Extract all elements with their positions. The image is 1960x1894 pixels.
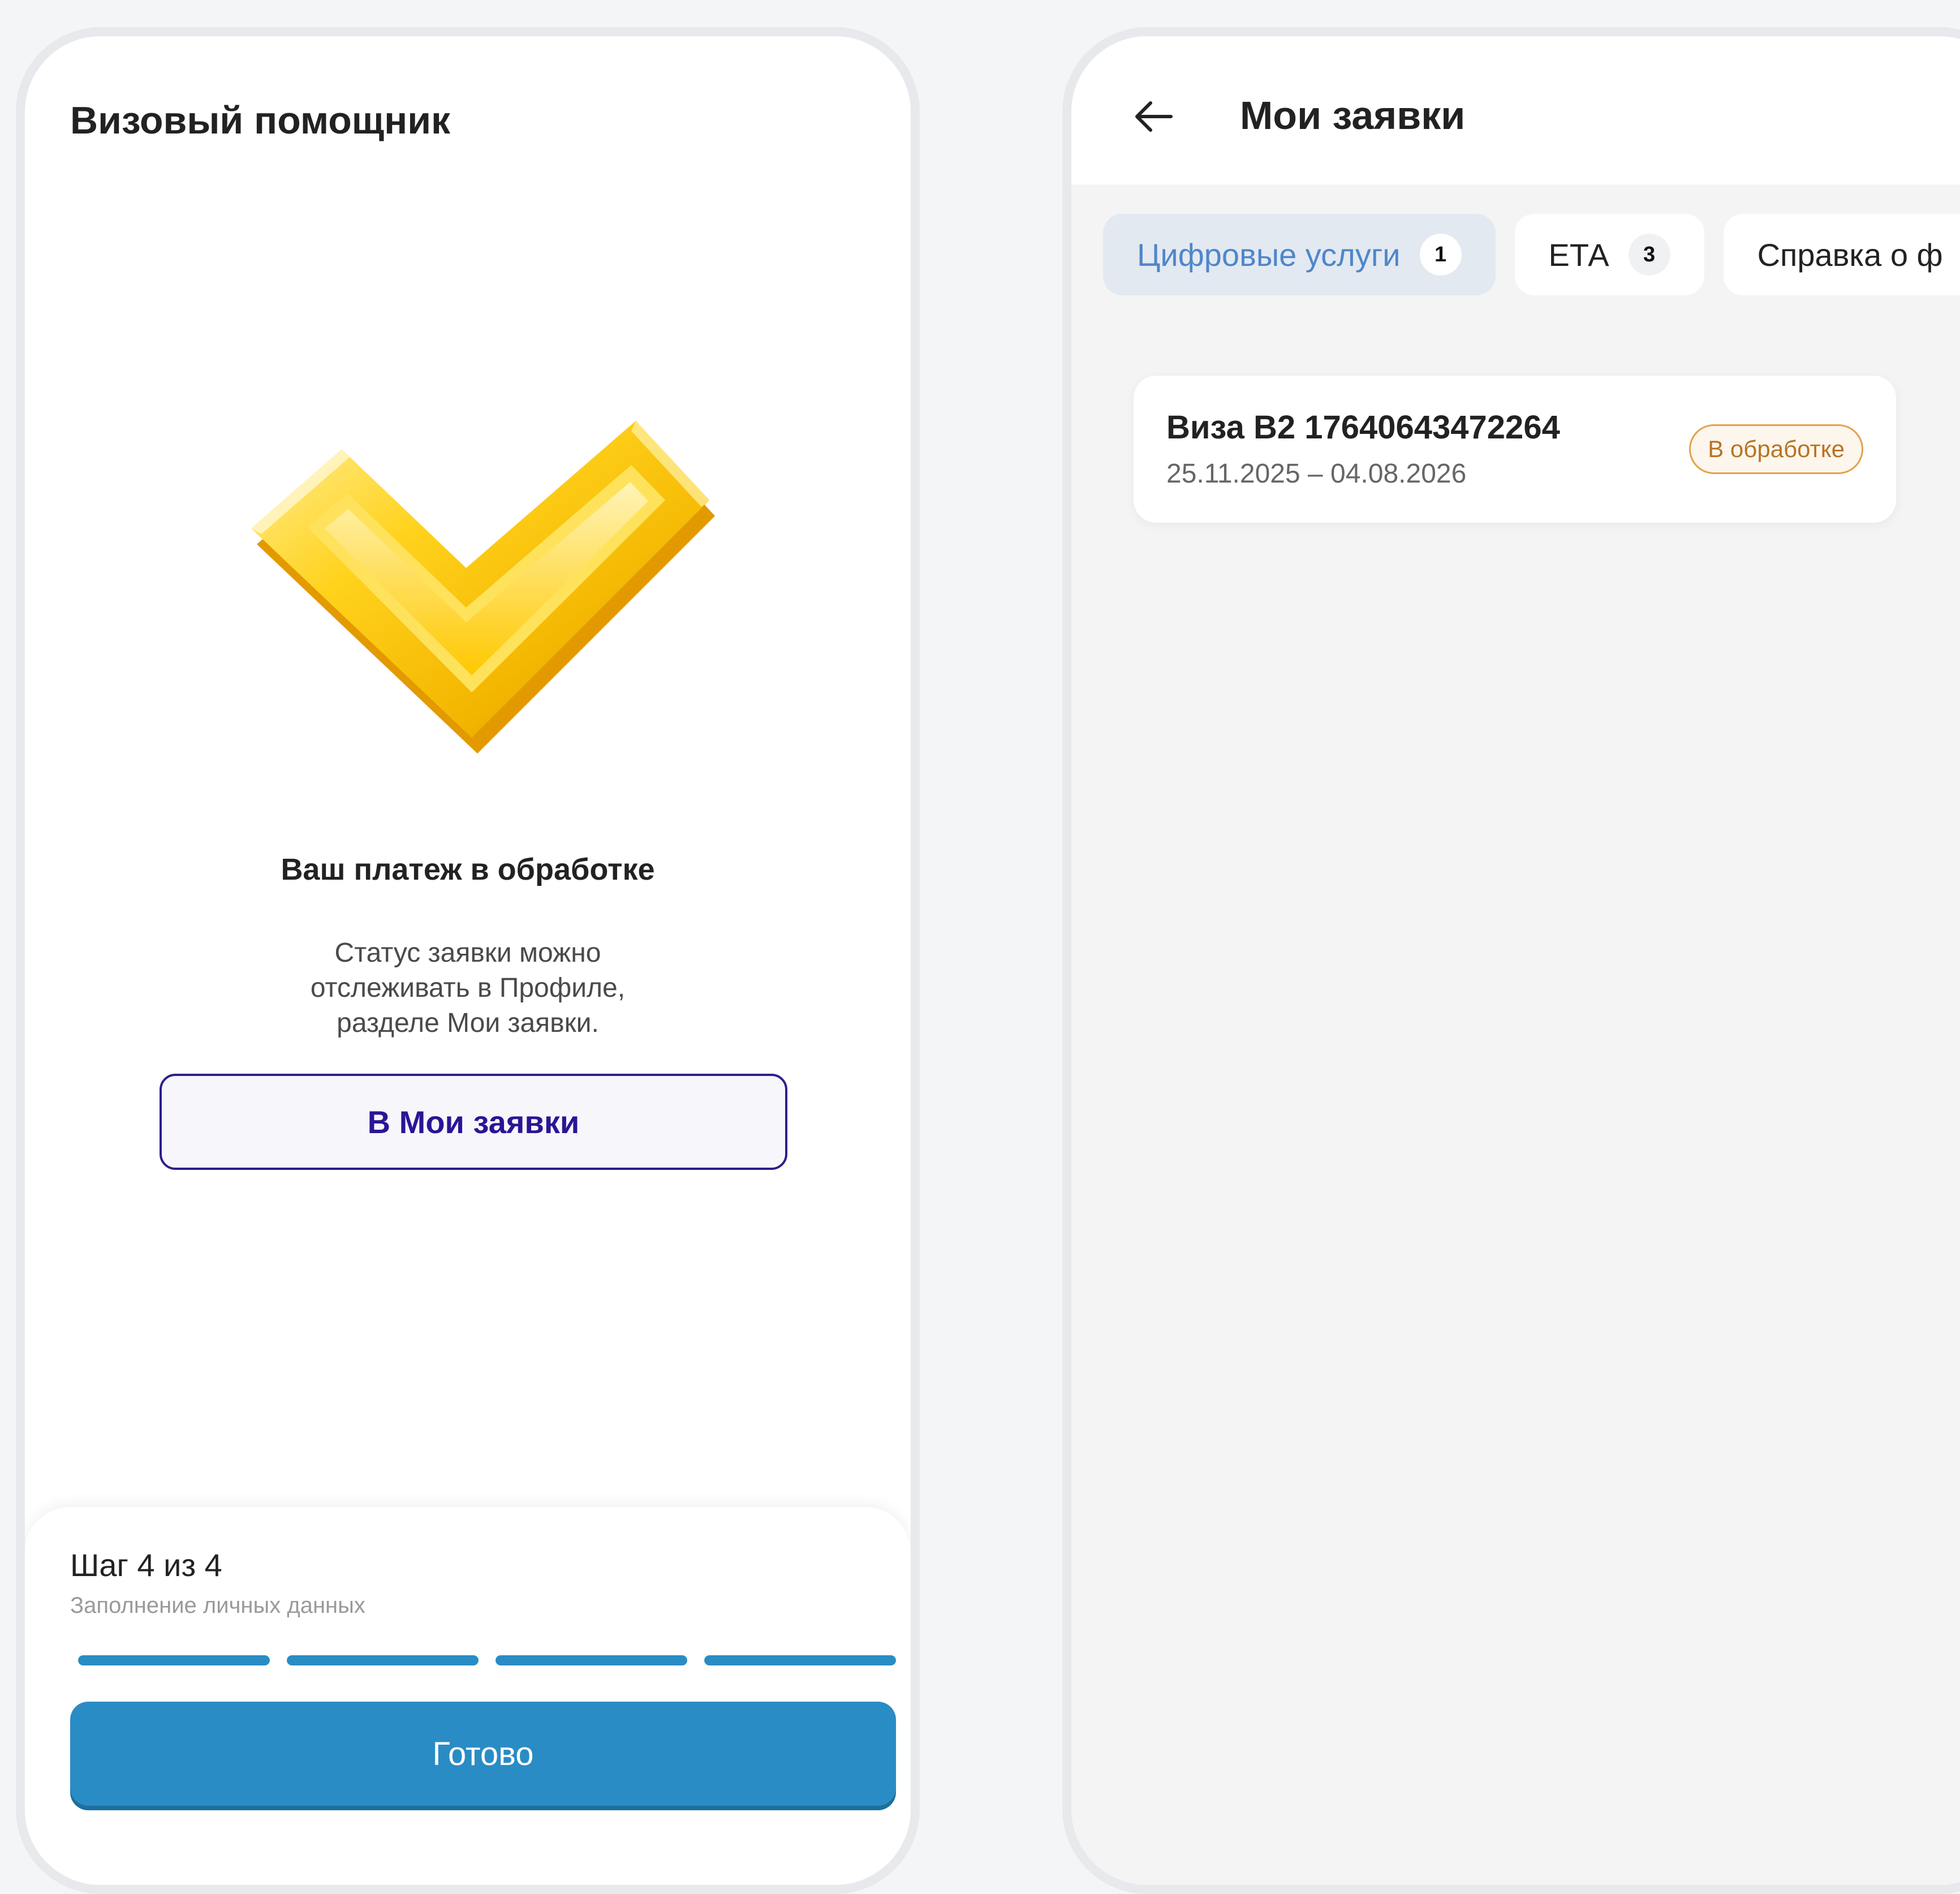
tab-count-badge: 3 — [1628, 234, 1670, 276]
tab-count-badge: 1 — [1419, 234, 1462, 276]
status-description-line: разделе Мои заявки. — [337, 1008, 599, 1038]
go-to-my-requests-button[interactable]: В Мои заявки — [160, 1074, 787, 1170]
progress-segment — [496, 1655, 687, 1665]
tab-label: Справка о ф — [1757, 236, 1943, 273]
request-card[interactable]: Виза В2 17640643472264 25.11.2025 – 04.0… — [1134, 376, 1896, 523]
done-button[interactable]: Готово — [70, 1702, 896, 1806]
category-tabs: Цифровые услуги 1 ЕТА 3 Справка о ф — [1103, 214, 1960, 295]
progress-segment — [78, 1655, 270, 1665]
progress-segment — [287, 1655, 479, 1665]
progress-segment — [704, 1655, 896, 1665]
tab-certificate[interactable]: Справка о ф — [1723, 214, 1960, 295]
visa-assistant-screen: Визовый помощник Ваш платеж в обработке … — [16, 27, 920, 1894]
status-description: Статус заявки можно отслеживать в Профил… — [25, 936, 911, 1041]
my-requests-screen: Мои заявки Цифровые услуги 1 ЕТА 3 Справ… — [1062, 27, 1960, 1894]
request-dates: 25.11.2025 – 04.08.2026 — [1166, 459, 1467, 489]
status-description-line: Статус заявки можно — [334, 938, 601, 968]
header-bar — [1071, 36, 1960, 184]
gold-checkmark-icon — [251, 421, 715, 754]
status-title: Ваш платеж в обработке — [281, 853, 655, 886]
tab-digital-services[interactable]: Цифровые услуги 1 — [1103, 214, 1496, 295]
page-title: Мои заявки — [1240, 93, 1466, 137]
tab-label: ЕТА — [1548, 236, 1609, 273]
page-title: Визовый помощник — [70, 99, 451, 142]
request-title: Виза В2 17640643472264 — [1166, 409, 1560, 446]
arrow-left-icon[interactable] — [1134, 100, 1173, 134]
status-badge: В обработке — [1689, 424, 1863, 474]
tab-eta[interactable]: ЕТА 3 — [1514, 214, 1704, 295]
step-progress-bar — [78, 1655, 896, 1665]
step-label: Шаг 4 из 4 — [70, 1547, 222, 1583]
status-description-line: отслеживать в Профиле, — [310, 973, 626, 1003]
step-subtitle: Заполнение личных данных — [70, 1593, 365, 1618]
tab-label: Цифровые услуги — [1137, 236, 1401, 273]
